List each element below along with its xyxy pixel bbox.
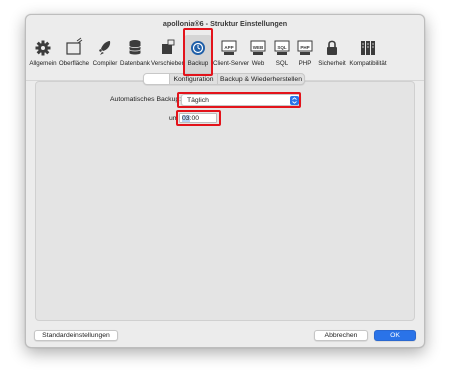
auto-backup-value: Täglich xyxy=(187,97,209,104)
cancel-button[interactable]: Abbrechen xyxy=(314,330,368,341)
defaults-button[interactable]: Standardeinstellungen xyxy=(34,330,118,341)
gear-icon xyxy=(29,37,57,59)
toolbar-item-label: Sicherheit xyxy=(318,60,346,67)
preferences-window: apollonia®6 - Struktur Einstellungen All… xyxy=(25,14,425,348)
server-rack-icon xyxy=(348,37,388,59)
backup-settings-panel xyxy=(35,81,415,321)
toolbar-item-label: Allgemein xyxy=(29,60,57,67)
toolbar-item-label: SQL xyxy=(275,60,289,67)
toolbar-item-label: Web xyxy=(251,60,265,67)
auto-backup-label: Automatisches Backup: xyxy=(110,96,182,103)
toolbar-item-label: PHP xyxy=(298,60,312,67)
window-title: apollonia®6 - Struktur Einstellungen xyxy=(162,19,288,28)
tab-konfiguration[interactable]: Konfiguration xyxy=(170,74,218,84)
backup-time-value: 03:00 xyxy=(182,114,199,123)
rocket-icon xyxy=(91,37,119,59)
time-minutes: :00 xyxy=(189,115,200,122)
svg-text:PHP: PHP xyxy=(300,45,309,50)
tab-segmented-control: Konfiguration Backup & Wiederherstellen xyxy=(143,73,305,85)
tab-backup-wiederherstellen[interactable]: Backup & Wiederherstellen xyxy=(218,74,304,84)
toolbar-item-label: Client-Server xyxy=(213,60,250,67)
toolbar-item-label: Datenbank xyxy=(120,60,150,67)
tab-empty[interactable] xyxy=(144,74,170,84)
backup-time-field[interactable]: 03:00 xyxy=(179,113,217,123)
time-hours: 03 xyxy=(182,115,190,122)
svg-text:SQL: SQL xyxy=(277,45,287,50)
sql-icon: SQL xyxy=(271,37,293,59)
toolbar-item-kompatibilitaet[interactable]: Kompatibilität xyxy=(348,35,388,79)
svg-text:WEB: WEB xyxy=(253,45,264,50)
toolbar-item-label: Compiler xyxy=(92,60,118,67)
time-label: um xyxy=(169,115,179,122)
toolbar-item-label: Backup xyxy=(187,60,209,67)
toolbar-item-compiler[interactable]: Compiler xyxy=(91,35,119,79)
toolbar-item-label: Oberfläche xyxy=(58,60,90,67)
lock-icon xyxy=(317,37,347,59)
toolbar-item-allgemein[interactable]: Allgemein xyxy=(29,35,57,79)
php-icon: PHP xyxy=(294,37,316,59)
client-server-icon: APP xyxy=(213,37,245,59)
toolbar-item-sicherheit[interactable]: Sicherheit xyxy=(317,35,347,79)
toolbar-item-label: Kompatibilität xyxy=(349,60,387,67)
chevron-updown-icon xyxy=(290,96,299,105)
move-icon xyxy=(151,37,182,59)
toolbar-item-oberflaeche[interactable]: Oberfläche xyxy=(58,35,90,79)
backup-icon xyxy=(184,37,212,59)
auto-backup-select[interactable]: Täglich xyxy=(181,94,301,106)
web-icon: WEB xyxy=(246,37,270,59)
svg-text:APP: APP xyxy=(224,45,233,50)
database-icon xyxy=(120,37,150,59)
toolbar-item-label: Verschieben xyxy=(151,60,186,67)
ok-button[interactable]: OK xyxy=(374,330,416,341)
window-icon xyxy=(58,37,90,59)
